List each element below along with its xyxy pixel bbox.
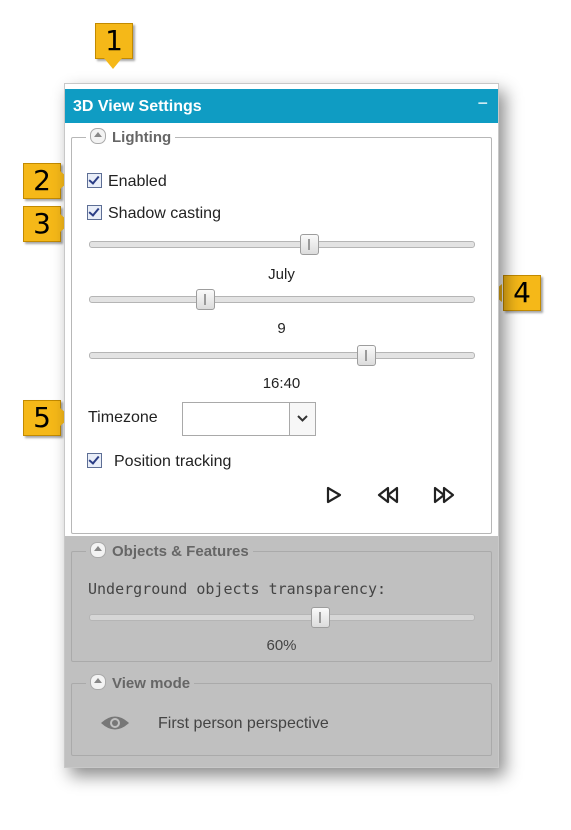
transparency-slider-thumb xyxy=(311,607,331,628)
objects-features-legend-label: Objects & Features xyxy=(112,543,249,560)
collapse-chevron-icon xyxy=(90,674,106,690)
view-mode-legend-label: View mode xyxy=(112,675,191,692)
callout-5: 5 xyxy=(23,400,61,436)
position-tracking-checkbox[interactable] xyxy=(87,453,102,468)
time-value: 16:40 xyxy=(262,375,301,392)
objects-features-legend: Objects & Features xyxy=(86,542,253,560)
month-slider[interactable] xyxy=(89,234,475,255)
callout-2: 2 xyxy=(23,163,61,199)
shadow-casting-checkbox-row[interactable]: Shadow casting xyxy=(87,205,221,223)
panel-title: 3D View Settings xyxy=(73,98,202,115)
rewind-icon[interactable] xyxy=(377,486,399,509)
day-value: 9 xyxy=(277,320,286,337)
chevron-down-icon[interactable] xyxy=(289,403,315,435)
collapse-button[interactable]: − xyxy=(477,93,488,114)
timezone-select[interactable] xyxy=(182,402,316,436)
shadow-casting-label: Shadow casting xyxy=(108,205,221,222)
3d-view-settings-panel: 3D View Settings − Lighting Enabled Shad… xyxy=(64,83,499,768)
enabled-checkbox-row[interactable]: Enabled xyxy=(87,173,167,191)
transparency-slider xyxy=(89,607,475,628)
enabled-checkbox[interactable] xyxy=(87,173,102,188)
callout-3: 3 xyxy=(23,206,61,242)
position-tracking-checkbox-row[interactable]: Position tracking xyxy=(87,453,231,471)
disabled-section: Objects & Features Underground objects t… xyxy=(65,536,498,767)
transparency-value: 60% xyxy=(266,637,297,654)
time-slider-thumb[interactable] xyxy=(357,345,377,366)
play-icon[interactable] xyxy=(325,486,343,509)
time-slider[interactable] xyxy=(89,345,475,366)
timezone-label: Timezone xyxy=(88,409,158,426)
lighting-legend-label: Lighting xyxy=(112,129,172,146)
panel-header: 3D View Settings − xyxy=(65,89,498,123)
position-tracking-label: Position tracking xyxy=(114,453,232,470)
callout-4: 4 xyxy=(503,275,541,311)
day-slider-thumb[interactable] xyxy=(196,289,216,310)
view-mode-legend: View mode xyxy=(86,674,194,692)
transparency-label: Underground objects transparency: xyxy=(88,580,387,598)
enabled-label: Enabled xyxy=(108,173,167,190)
collapse-chevron-icon xyxy=(90,542,106,558)
fast-forward-icon[interactable] xyxy=(433,486,455,509)
eye-icon xyxy=(100,714,130,737)
callout-1: 1 xyxy=(95,23,133,59)
callout-1-pointer xyxy=(104,58,122,69)
month-value: July xyxy=(268,266,295,283)
collapse-chevron-icon xyxy=(90,128,106,144)
view-mode-label: First person perspective xyxy=(158,715,329,732)
lighting-legend[interactable]: Lighting xyxy=(86,128,175,146)
day-slider[interactable] xyxy=(89,289,475,310)
shadow-casting-checkbox[interactable] xyxy=(87,205,102,220)
month-slider-thumb[interactable] xyxy=(299,234,319,255)
